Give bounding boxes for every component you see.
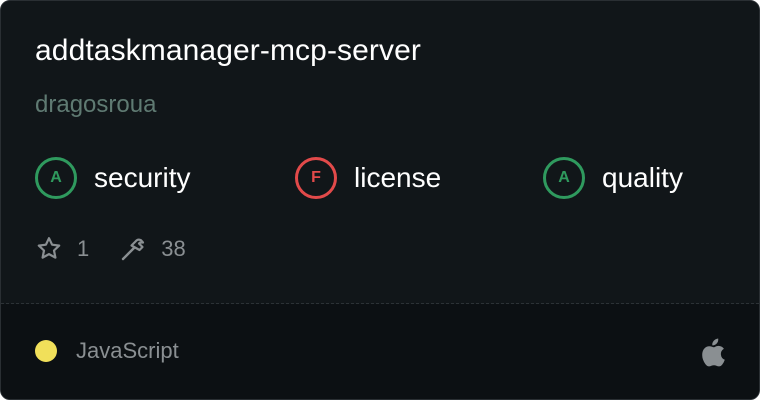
security-label: security	[94, 162, 191, 193]
language-color-dot	[35, 340, 57, 362]
quality-score: A quality	[543, 154, 683, 202]
server-card[interactable]: addtaskmanager-mcp-server dragosroua A s…	[0, 0, 760, 400]
card-body: addtaskmanager-mcp-server dragosroua A s…	[1, 1, 759, 303]
card-footer: JavaScript	[1, 304, 759, 399]
license-grade-badge: F	[295, 157, 337, 199]
quality-grade-badge: A	[543, 157, 585, 199]
hammer-icon	[119, 235, 147, 263]
security-score: A security	[35, 154, 190, 202]
license-score: F license	[295, 154, 441, 202]
star-count: 1	[77, 236, 90, 261]
tools-count: 38	[161, 236, 186, 261]
server-name[interactable]: addtaskmanager-mcp-server	[35, 34, 421, 68]
security-grade-badge: A	[35, 157, 77, 199]
language-label: JavaScript	[76, 338, 179, 363]
stats-row: 1 38	[35, 233, 186, 265]
server-author[interactable]: dragosroua	[35, 91, 156, 119]
apple-icon	[701, 337, 727, 367]
quality-label: quality	[602, 162, 683, 193]
license-label: license	[354, 162, 442, 193]
star-icon	[35, 235, 63, 263]
